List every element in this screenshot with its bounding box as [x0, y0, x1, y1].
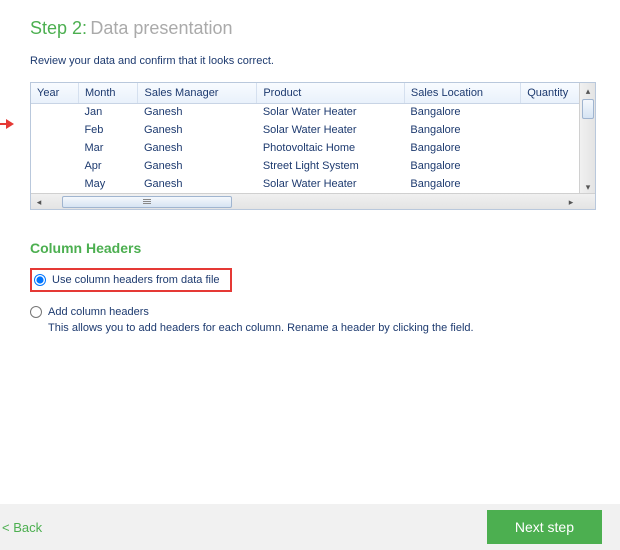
column-header[interactable]: Sales Manager [138, 83, 257, 103]
table-row: FebGaneshSolar Water HeaterBangalore [31, 121, 595, 139]
table-cell: Bangalore [404, 157, 520, 175]
radio-row-add: Add column headers [0, 304, 620, 320]
table-cell: Solar Water Heater [257, 175, 405, 193]
table-cell: May [78, 175, 138, 193]
table-cell: Photovoltaic Home [257, 139, 405, 157]
step-label: Step 2: [30, 18, 87, 38]
table-cell: Street Light System [257, 157, 405, 175]
radio-use-file-label: Use column headers from data file [52, 274, 220, 286]
table-cell [31, 175, 78, 193]
table-cell [31, 157, 78, 175]
radio-use-file[interactable] [34, 274, 46, 286]
table-cell: Bangalore [404, 103, 520, 121]
data-preview-table[interactable]: YearMonthSales ManagerProductSales Locat… [30, 82, 596, 210]
instruction-text: Review your data and confirm that it loo… [0, 45, 620, 82]
pointer-arrow-icon [6, 119, 14, 129]
table-cell [31, 121, 78, 139]
scroll-left-icon[interactable]: ◂ [31, 194, 47, 210]
column-header[interactable]: Product [257, 83, 405, 103]
radio-add-headers[interactable] [30, 306, 42, 318]
scroll-thumb-horizontal[interactable] [62, 196, 232, 208]
table-cell: Solar Water Heater [257, 103, 405, 121]
wizard-header: Step 2: Data presentation [0, 0, 620, 45]
table-cell: Ganesh [138, 175, 257, 193]
table-row: JanGaneshSolar Water HeaterBangalore [31, 103, 595, 121]
table-row: AprGaneshStreet Light SystemBangalore [31, 157, 595, 175]
table-cell [31, 103, 78, 121]
wizard-footer: < Back Next step [0, 504, 620, 550]
table-cell [31, 139, 78, 157]
highlight-box: Use column headers from data file [30, 268, 232, 292]
column-header[interactable]: Month [78, 83, 138, 103]
table-cell: Bangalore [404, 139, 520, 157]
step-heading: Data presentation [90, 18, 232, 38]
column-header[interactable]: Year [31, 83, 78, 103]
table-row: MayGaneshSolar Water HeaterBangalore [31, 175, 595, 193]
table-cell: Bangalore [404, 175, 520, 193]
table-cell: Mar [78, 139, 138, 157]
table-cell: Ganesh [138, 121, 257, 139]
vertical-scrollbar[interactable]: ▴ ▾ [579, 83, 595, 195]
table-cell: Apr [78, 157, 138, 175]
back-button[interactable]: < Back [0, 520, 42, 535]
table-cell: Ganesh [138, 157, 257, 175]
horizontal-scrollbar[interactable]: ◂ ▸ [31, 193, 595, 209]
radio-add-help: This allows you to add headers for each … [0, 320, 620, 334]
radio-row-use-file: Use column headers from data file [0, 264, 620, 294]
radio-add-headers-label: Add column headers [48, 306, 149, 318]
table-cell: Solar Water Heater [257, 121, 405, 139]
column-headers-title: Column Headers [0, 210, 620, 264]
scroll-right-icon[interactable]: ▸ [563, 194, 579, 210]
table-cell: Jan [78, 103, 138, 121]
table-cell: Ganesh [138, 103, 257, 121]
table-cell: Ganesh [138, 139, 257, 157]
next-step-button[interactable]: Next step [487, 510, 602, 544]
column-header[interactable]: Sales Location [404, 83, 520, 103]
scroll-up-icon[interactable]: ▴ [580, 83, 595, 99]
table-row: MarGaneshPhotovoltaic HomeBangalore [31, 139, 595, 157]
scroll-thumb-vertical[interactable] [582, 99, 594, 119]
table-cell: Feb [78, 121, 138, 139]
table-cell: Bangalore [404, 121, 520, 139]
